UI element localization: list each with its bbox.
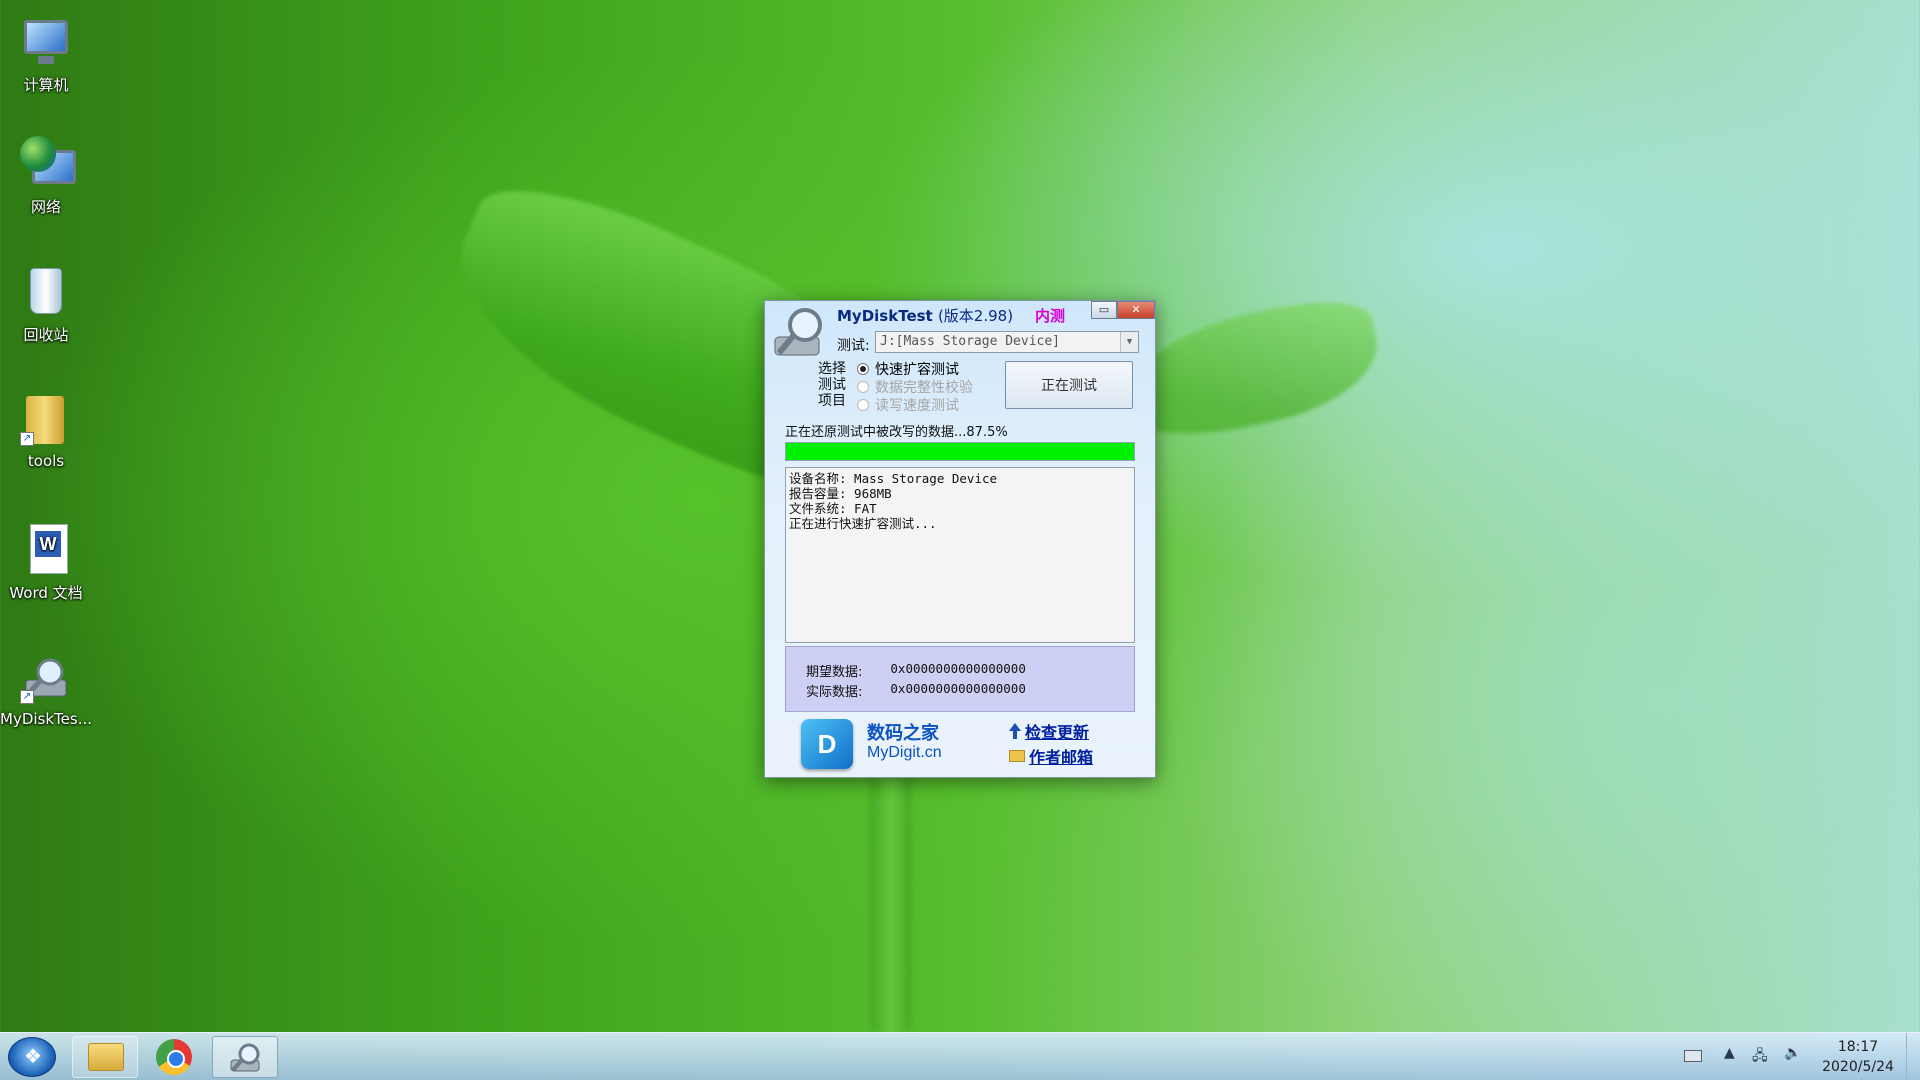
- desktop-icon-word[interactable]: W Word 文档: [0, 522, 92, 603]
- computer-icon: [18, 14, 74, 70]
- window-title: MyDiskTest (版本2.98): [837, 307, 1014, 325]
- window-footer: 数码之家 MyDigit.cn 检查更新 作者邮箱: [785, 713, 1135, 777]
- radio-button[interactable]: [857, 381, 869, 393]
- minimize-button[interactable]: ▭: [1091, 301, 1117, 319]
- show-desktop-button[interactable]: [1906, 1033, 1920, 1080]
- network-icon: [18, 136, 76, 192]
- progress-bar-fill: [786, 443, 1134, 460]
- test-label: 测试:: [837, 338, 870, 354]
- word-document-icon: W: [18, 522, 74, 578]
- desktop-icon-label: MyDiskTes...: [0, 710, 92, 728]
- log-output[interactable]: 设备名称: Mass Storage Device 报告容量: 968MB 文件…: [785, 467, 1135, 643]
- shortcut-arrow-icon: ↗: [20, 432, 34, 446]
- close-button[interactable]: ✕: [1117, 301, 1155, 319]
- taskbar: ▲ 🖧 🔈 18:17 2020/5/24: [0, 1032, 1920, 1080]
- desktop-icon-label: 回收站: [23, 326, 69, 344]
- mydisktest-icon: ↗: [18, 650, 74, 706]
- mydisktest-window: MyDiskTest (版本2.98) 内测 ▭ ✕ 测试: J:[Mass S…: [764, 300, 1156, 778]
- window-version: (版本2.98): [937, 307, 1014, 325]
- actual-data-row: 实际数据: 0x0000000000000000: [806, 681, 1026, 700]
- progress-bar: [785, 442, 1135, 461]
- mail-icon: [1009, 750, 1025, 762]
- browser-icon: [156, 1039, 192, 1075]
- log-line: 正在进行快速扩容测试...: [789, 516, 937, 531]
- beta-label: 内测: [1035, 307, 1066, 325]
- clock-time: 18:17: [1837, 1039, 1879, 1055]
- desktop-icon-network[interactable]: 网络: [0, 136, 92, 217]
- taskbar-mydisktest-button[interactable]: [212, 1036, 278, 1078]
- chevron-down-icon[interactable]: ▼: [1120, 332, 1138, 352]
- mydigit-logo-icon[interactable]: [801, 719, 853, 769]
- keyboard-icon[interactable]: [1684, 1050, 1702, 1062]
- expected-data-label: 期望数据:: [806, 665, 863, 680]
- radio-button[interactable]: [857, 399, 869, 411]
- expected-data-value: 0x0000000000000000: [890, 661, 1026, 676]
- arrow-up-icon: [1009, 723, 1021, 739]
- option-data-integrity-check[interactable]: 数据完整性校验: [857, 377, 973, 397]
- folder-icon: ↗: [18, 392, 74, 448]
- taskbar-explorer-button[interactable]: [72, 1036, 138, 1078]
- check-update-link[interactable]: 检查更新: [1009, 719, 1089, 743]
- app-logo-icon: [774, 308, 822, 356]
- volume-icon[interactable]: 🔈: [1784, 1045, 1801, 1061]
- desktop-icon-label: 网络: [30, 198, 61, 216]
- desktop-icon-label: Word 文档: [9, 584, 83, 602]
- desktop-icon-recycle-bin[interactable]: 回收站: [0, 264, 92, 345]
- recycle-bin-icon: [18, 264, 74, 320]
- file-explorer-icon: [88, 1043, 124, 1071]
- actual-data-value: 0x0000000000000000: [890, 681, 1026, 696]
- desktop-icon-label: tools: [27, 452, 65, 470]
- drive-select-value: J:[Mass Storage Device]: [880, 334, 1061, 349]
- shortcut-arrow-icon: ↗: [20, 690, 34, 704]
- option-label: 读写速度测试: [875, 398, 959, 414]
- choose-test-label: 选择 测试 项目: [818, 361, 846, 409]
- log-line: 报告容量: 968MB: [789, 486, 892, 501]
- chevron-up-icon[interactable]: ▲: [1724, 1045, 1735, 1061]
- mydisktest-icon: [230, 1043, 260, 1072]
- desktop-icon-mydisktest[interactable]: ↗ MyDiskTes...: [0, 650, 92, 728]
- clock-date: 2020/5/24: [1822, 1059, 1894, 1075]
- option-quick-capacity-test[interactable]: 快速扩容测试: [857, 359, 959, 379]
- system-clock[interactable]: 18:17 2020/5/24: [1812, 1037, 1904, 1077]
- data-compare-panel: 期望数据: 0x0000000000000000 实际数据: 0x0000000…: [785, 646, 1135, 712]
- network-status-icon[interactable]: 🖧: [1752, 1045, 1768, 1069]
- desktop-icon-label: 计算机: [23, 76, 69, 94]
- status-text: 正在还原测试中被改写的数据...87.5%: [785, 425, 1008, 440]
- desktop-icon-tools[interactable]: ↗ tools: [0, 392, 92, 470]
- radio-button[interactable]: [857, 363, 869, 375]
- start-button[interactable]: [8, 1037, 57, 1077]
- actual-data-label: 实际数据:: [806, 685, 863, 700]
- drive-select[interactable]: J:[Mass Storage Device] ▼: [875, 331, 1139, 353]
- desktop-icon-computer[interactable]: 计算机: [0, 14, 92, 95]
- author-mail-link[interactable]: 作者邮箱: [1009, 744, 1093, 768]
- log-line: 设备名称: Mass Storage Device: [789, 471, 998, 486]
- option-label: 快速扩容测试: [875, 362, 959, 378]
- option-label: 数据完整性校验: [875, 380, 973, 396]
- taskbar-browser-button[interactable]: [142, 1036, 208, 1078]
- option-read-write-speed-test[interactable]: 读写速度测试: [857, 395, 959, 415]
- expected-data-row: 期望数据: 0x0000000000000000: [806, 661, 1026, 680]
- log-line: 文件系统: FAT: [789, 501, 877, 516]
- author-mail-label: 作者邮箱: [1029, 748, 1094, 767]
- start-test-button[interactable]: 正在测试: [1005, 361, 1133, 409]
- brand-url[interactable]: MyDigit.cn: [867, 744, 942, 762]
- brand-name[interactable]: 数码之家: [867, 719, 939, 745]
- check-update-label: 检查更新: [1025, 723, 1090, 742]
